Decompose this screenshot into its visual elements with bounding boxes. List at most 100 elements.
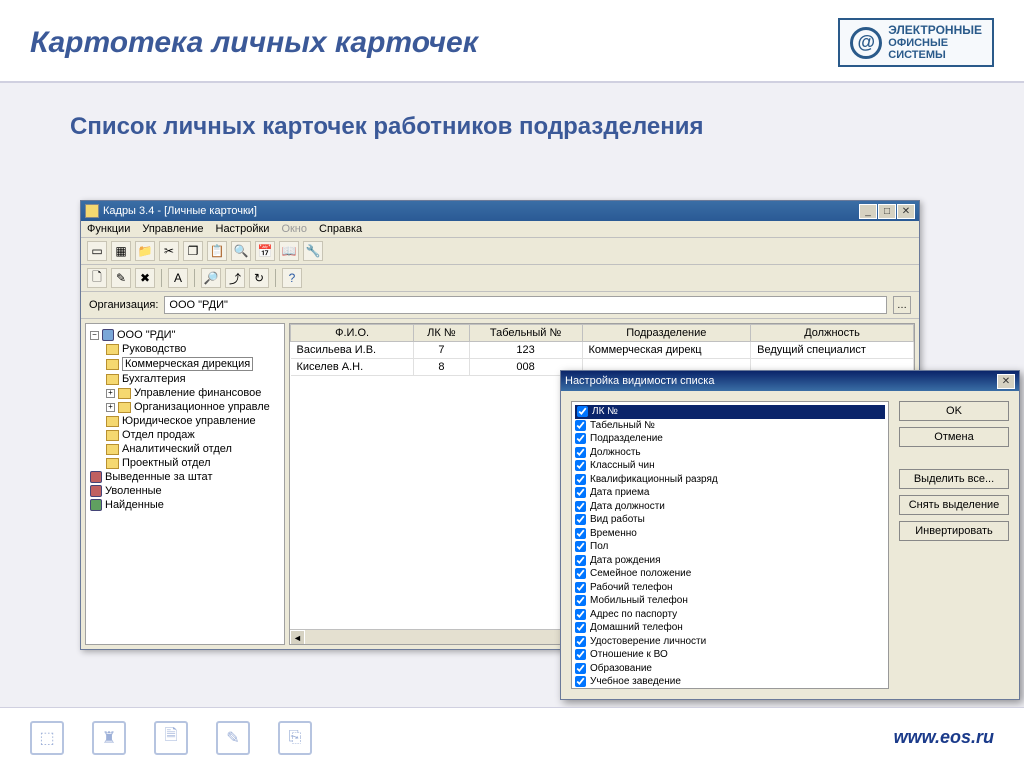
table-row[interactable]: Васильева И.В. 7 123 Коммерческая дирекц… [291, 342, 914, 359]
checklist-checkbox[interactable] [575, 609, 586, 620]
col-pos[interactable]: Должность [751, 325, 914, 342]
checklist-item[interactable]: Мобильный телефон [575, 594, 885, 608]
tree-item[interactable]: Руководство [88, 342, 282, 356]
tree-item[interactable]: Аналитический отдел [88, 442, 282, 456]
checklist-item[interactable]: Вид работы [575, 513, 885, 527]
tree-item[interactable]: Бухгалтерия [88, 372, 282, 386]
checklist-item[interactable]: Подразделение [575, 432, 885, 446]
col-fio[interactable]: Ф.И.О. [291, 325, 414, 342]
col-dept[interactable]: Подразделение [582, 325, 751, 342]
checklist-item[interactable]: Дата должности [575, 500, 885, 514]
organization-input[interactable] [164, 296, 887, 314]
cancel-button[interactable]: Отмена [899, 427, 1009, 447]
tree-item-extra[interactable]: Уволенные [88, 484, 282, 498]
tree-item[interactable]: Юридическое управление [88, 414, 282, 428]
checklist-checkbox[interactable] [575, 555, 586, 566]
tree-item[interactable]: Проектный отдел [88, 456, 282, 470]
scroll-left-icon[interactable]: ◄ [290, 630, 305, 645]
deselect-button[interactable]: Снять выделение [899, 495, 1009, 515]
dialog-close-button[interactable]: ✕ [997, 374, 1015, 389]
checklist-item[interactable]: Должность [575, 446, 885, 460]
toolbar-delete-icon[interactable]: ✖ [135, 268, 155, 288]
checklist-checkbox[interactable] [575, 582, 586, 593]
checklist-item[interactable]: Квалификационный разряд [575, 473, 885, 487]
toolbar-card-icon[interactable]: ▭ [87, 241, 107, 261]
toolbar-book-icon[interactable]: 📖 [279, 241, 299, 261]
checklist-item[interactable]: № страхового свидетельства [575, 689, 885, 690]
toolbar-find-icon[interactable]: 🔎 [201, 268, 221, 288]
checklist-checkbox[interactable] [575, 514, 586, 525]
toolbar-zoom-icon[interactable]: 🔍 [231, 241, 251, 261]
checklist-checkbox[interactable] [575, 501, 586, 512]
checklist-item[interactable]: Временно [575, 527, 885, 541]
tree-item-selected[interactable]: Коммерческая дирекция [88, 356, 282, 372]
toolbar-cut-icon[interactable]: ✂ [159, 241, 179, 261]
tree-item[interactable]: Отдел продаж [88, 428, 282, 442]
checklist-checkbox[interactable] [575, 568, 586, 579]
menu-management[interactable]: Управление [142, 223, 203, 235]
toolbar-folder-icon[interactable]: 📁 [135, 241, 155, 261]
checklist-item[interactable]: Удостоверение личности [575, 635, 885, 649]
ok-button[interactable]: OK [899, 401, 1009, 421]
menu-functions[interactable]: Функции [87, 223, 130, 235]
expand-icon[interactable]: + [106, 403, 115, 412]
toolbar-refresh-icon[interactable]: ↻ [249, 268, 269, 288]
checklist-item[interactable]: Дата рождения [575, 554, 885, 568]
checklist-checkbox[interactable] [575, 663, 586, 674]
toolbar-new-icon[interactable]: 🗋 [87, 268, 107, 288]
toolbar-calendar-icon[interactable]: 📅 [255, 241, 275, 261]
col-tab[interactable]: Табельный № [469, 325, 582, 342]
checklist-item[interactable]: Рабочий телефон [575, 581, 885, 595]
checklist-checkbox[interactable] [575, 541, 586, 552]
checklist-checkbox[interactable] [577, 406, 588, 417]
close-button[interactable]: ✕ [897, 204, 915, 219]
checklist-checkbox[interactable] [575, 595, 586, 606]
checklist-item[interactable]: Домашний телефон [575, 621, 885, 635]
checklist-item[interactable]: Табельный № [575, 419, 885, 433]
toolbar-list-icon[interactable]: ▦ [111, 241, 131, 261]
checklist-checkbox[interactable] [575, 649, 586, 660]
checklist-checkbox[interactable] [575, 460, 586, 471]
maximize-button[interactable]: □ [878, 204, 896, 219]
checklist-checkbox[interactable] [575, 433, 586, 444]
toolbar-copy-icon[interactable]: ❐ [183, 241, 203, 261]
checklist-checkbox[interactable] [575, 420, 586, 431]
visibility-checklist[interactable]: ЛК №Табельный №ПодразделениеДолжностьКла… [571, 401, 889, 689]
toolbar-edit-icon[interactable]: ✎ [111, 268, 131, 288]
checklist-item[interactable]: Пол [575, 540, 885, 554]
checklist-item[interactable]: Образование [575, 662, 885, 676]
tree-item[interactable]: + Организационное управле [88, 400, 282, 414]
expand-icon[interactable]: + [106, 389, 115, 398]
tree-root[interactable]: − ООО "РДИ" [88, 328, 282, 342]
toolbar-wrench-icon[interactable]: 🔧 [303, 241, 323, 261]
toolbar-help-icon[interactable]: ? [282, 268, 302, 288]
checklist-checkbox[interactable] [575, 487, 586, 498]
checklist-checkbox[interactable] [575, 474, 586, 485]
menu-settings[interactable]: Настройки [216, 223, 270, 235]
checklist-item[interactable]: Отношение к ВО [575, 648, 885, 662]
select-all-button[interactable]: Выделить все... [899, 469, 1009, 489]
checklist-checkbox[interactable] [575, 636, 586, 647]
checklist-checkbox[interactable] [575, 528, 586, 539]
menu-window[interactable]: Окно [281, 223, 307, 235]
collapse-icon[interactable]: − [90, 331, 99, 340]
checklist-item[interactable]: ЛК № [575, 405, 885, 419]
invert-button[interactable]: Инвертировать [899, 521, 1009, 541]
checklist-item[interactable]: Дата приема [575, 486, 885, 500]
toolbar-font-icon[interactable]: A [168, 268, 188, 288]
tree-item-extra[interactable]: Найденные [88, 498, 282, 512]
checklist-item[interactable]: Семейное положение [575, 567, 885, 581]
checklist-checkbox[interactable] [575, 676, 586, 687]
checklist-item[interactable]: Учебное заведение [575, 675, 885, 689]
checklist-checkbox[interactable] [575, 622, 586, 633]
app-titlebar[interactable]: Кадры 3.4 - [Личные карточки] _ □ ✕ [81, 201, 919, 221]
minimize-button[interactable]: _ [859, 204, 877, 219]
tree-pane[interactable]: − ООО "РДИ" Руководство Коммерческая дир… [85, 323, 285, 645]
dialog-titlebar[interactable]: Настройка видимости списка ✕ [561, 371, 1019, 391]
col-lk[interactable]: ЛК № [414, 325, 469, 342]
tree-item[interactable]: + Управление финансовое [88, 386, 282, 400]
toolbar-export-icon[interactable]: ⤴ [225, 268, 245, 288]
toolbar-paste-icon[interactable]: 📋 [207, 241, 227, 261]
tree-item-extra[interactable]: Выведенные за штат [88, 470, 282, 484]
organization-picker-button[interactable]: … [893, 296, 911, 314]
